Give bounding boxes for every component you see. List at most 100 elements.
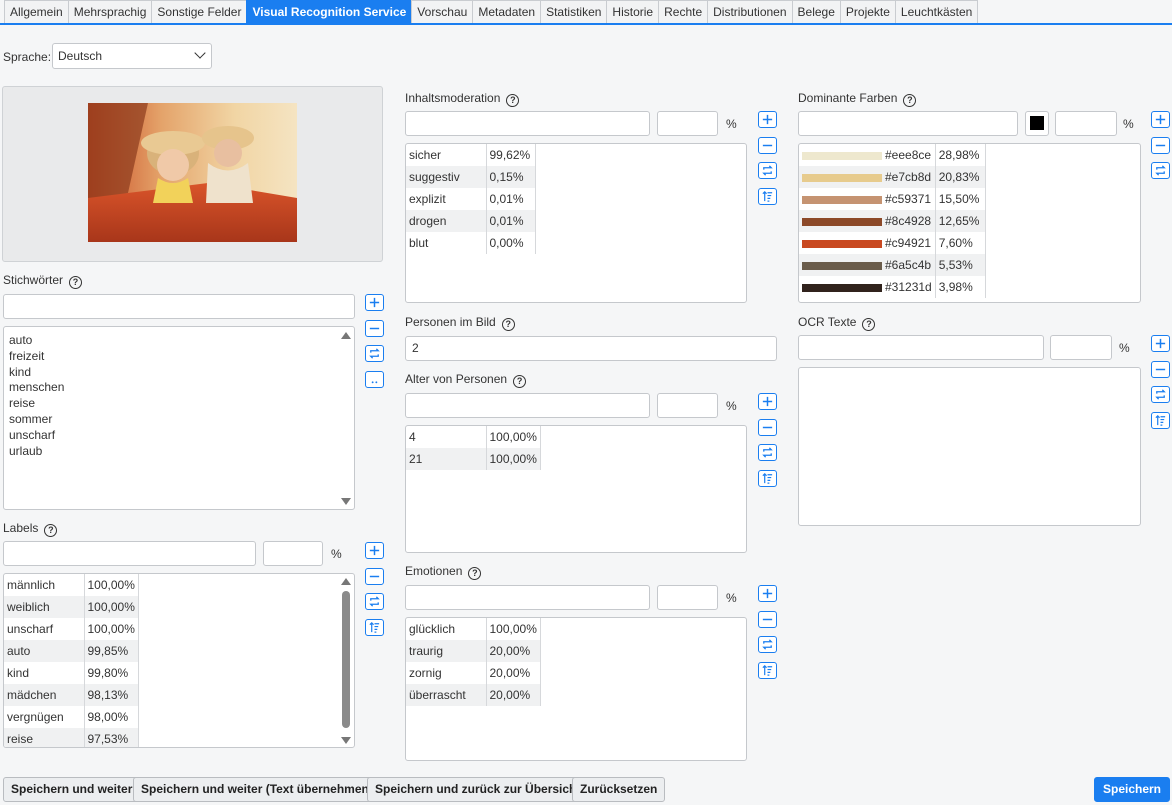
tab-sonstige-felder[interactable]: Sonstige Felder xyxy=(151,0,248,23)
reset-button[interactable]: Zurücksetzen xyxy=(572,777,666,802)
table-row[interactable]: suggestiv 0,15% xyxy=(406,166,536,188)
labels-input[interactable] xyxy=(3,541,256,566)
tab-distributionen[interactable]: Distributionen xyxy=(707,0,793,23)
color-picker[interactable] xyxy=(1025,111,1049,136)
refresh-button[interactable] xyxy=(758,636,777,653)
table-row[interactable]: sicher 99,62% xyxy=(406,144,536,166)
help-icon[interactable]: ? xyxy=(862,318,876,331)
sort-button[interactable] xyxy=(758,661,777,679)
colors-input[interactable] xyxy=(798,111,1018,136)
scrollbar-thumb[interactable] xyxy=(342,591,350,728)
moderation-percent-input[interactable] xyxy=(657,111,718,136)
color-row[interactable]: #eee8ce 28,98% xyxy=(799,144,986,166)
table-row[interactable]: drogen 0,01% xyxy=(406,210,536,232)
ocr-percent-input[interactable] xyxy=(1050,335,1112,360)
keyword-item[interactable]: kind xyxy=(4,364,354,380)
remove-button[interactable] xyxy=(365,567,384,585)
tab-allgemein[interactable]: Allgemein xyxy=(4,0,69,23)
sort-button[interactable] xyxy=(365,618,384,636)
help-icon[interactable]: ? xyxy=(468,567,482,580)
table-row[interactable]: reise 97,53% xyxy=(4,728,139,747)
help-icon[interactable]: ? xyxy=(506,94,520,107)
color-row[interactable]: #c59371 15,50% xyxy=(799,188,986,210)
help-icon[interactable]: ? xyxy=(903,94,917,107)
ages-percent-input[interactable] xyxy=(657,393,718,418)
more-button[interactable] xyxy=(365,370,384,388)
emotions-input[interactable] xyxy=(405,585,650,610)
save-button[interactable]: Speichern xyxy=(1094,777,1170,802)
table-row[interactable]: auto 99,85% xyxy=(4,640,139,662)
add-button[interactable] xyxy=(758,393,777,410)
keyword-item[interactable]: freizeit xyxy=(4,348,354,364)
keyword-item[interactable]: menschen xyxy=(4,379,354,395)
table-row[interactable]: überrascht 20,00% xyxy=(406,684,541,706)
ocr-input[interactable] xyxy=(798,335,1044,360)
table-row[interactable]: explizit 0,01% xyxy=(406,188,536,210)
tab-visual-recognition-service[interactable]: Visual Recognition Service xyxy=(246,0,413,23)
remove-button[interactable] xyxy=(1151,136,1170,154)
color-row[interactable]: #31231d 3,98% xyxy=(799,276,986,298)
table-row[interactable]: glücklich 100,00% xyxy=(406,618,541,640)
scroll-down-icon[interactable] xyxy=(341,498,351,505)
tab-projekte[interactable]: Projekte xyxy=(839,0,896,23)
moderation-input[interactable] xyxy=(405,111,650,136)
labels-percent-input[interactable] xyxy=(263,541,323,566)
table-row[interactable]: männlich 100,00% xyxy=(4,574,139,596)
sort-button[interactable] xyxy=(758,187,777,205)
colors-percent-input[interactable] xyxy=(1055,111,1117,136)
keyword-item[interactable]: unscharf xyxy=(4,427,354,443)
table-row[interactable]: unscharf 100,00% xyxy=(4,618,139,640)
add-button[interactable] xyxy=(1151,335,1170,352)
tab-metadaten[interactable]: Metadaten xyxy=(472,0,542,23)
add-button[interactable] xyxy=(365,542,384,559)
save-and-next-text-button[interactable]: Speichern und weiter (Text übernehmen) xyxy=(133,777,381,802)
sort-button[interactable] xyxy=(1151,411,1170,429)
table-row[interactable]: traurig 20,00% xyxy=(406,640,541,662)
language-select[interactable]: Deutsch xyxy=(52,43,212,69)
remove-button[interactable] xyxy=(758,418,777,436)
keyword-input[interactable] xyxy=(3,294,355,319)
save-and-next-button[interactable]: Speichern und weiter xyxy=(3,777,141,802)
help-icon[interactable]: ? xyxy=(44,524,58,537)
keyword-item[interactable]: urlaub xyxy=(4,443,354,459)
help-icon[interactable]: ? xyxy=(513,375,527,388)
remove-button[interactable] xyxy=(758,610,777,628)
add-button[interactable] xyxy=(758,111,777,128)
emotions-percent-input[interactable] xyxy=(657,585,718,610)
table-row[interactable]: weiblich 100,00% xyxy=(4,596,139,618)
tab-statistiken[interactable]: Statistiken xyxy=(540,0,608,23)
help-icon[interactable]: ? xyxy=(69,276,83,289)
save-and-back-button[interactable]: Speichern und zurück zur Übersicht xyxy=(367,777,589,802)
add-button[interactable] xyxy=(1151,111,1170,128)
remove-button[interactable] xyxy=(758,136,777,154)
table-row[interactable]: mädchen 98,13% xyxy=(4,684,139,706)
refresh-button[interactable] xyxy=(758,162,777,179)
tab-rechte[interactable]: Rechte xyxy=(658,0,709,23)
table-row[interactable]: vergnügen 98,00% xyxy=(4,706,139,728)
add-button[interactable] xyxy=(758,585,777,602)
refresh-button[interactable] xyxy=(1151,162,1170,179)
table-row[interactable]: kind 99,80% xyxy=(4,662,139,684)
tab-belege[interactable]: Belege xyxy=(791,0,841,23)
remove-button[interactable] xyxy=(1151,360,1170,378)
scroll-up-icon[interactable] xyxy=(341,578,351,585)
table-row[interactable]: 4 100,00% xyxy=(406,426,541,448)
refresh-button[interactable] xyxy=(365,593,384,610)
help-icon[interactable]: ? xyxy=(501,318,515,331)
keyword-item[interactable]: sommer xyxy=(4,411,354,427)
persons-count-input[interactable]: 2 xyxy=(405,336,777,361)
scroll-down-icon[interactable] xyxy=(341,737,351,744)
color-row[interactable]: #6a5c4b 5,53% xyxy=(799,254,986,276)
sort-button[interactable] xyxy=(758,469,777,487)
color-row[interactable]: #c94921 7,60% xyxy=(799,232,986,254)
remove-button[interactable] xyxy=(365,319,384,337)
preview-image[interactable] xyxy=(88,103,297,242)
table-row[interactable]: zornig 20,00% xyxy=(406,662,541,684)
refresh-button[interactable] xyxy=(758,444,777,461)
tab-vorschau[interactable]: Vorschau xyxy=(411,0,474,23)
ages-input[interactable] xyxy=(405,393,650,418)
add-button[interactable] xyxy=(365,294,384,311)
table-row[interactable]: blut 0,00% xyxy=(406,232,536,254)
scroll-up-icon[interactable] xyxy=(341,332,351,339)
color-row[interactable]: #8c4928 12,65% xyxy=(799,210,986,232)
